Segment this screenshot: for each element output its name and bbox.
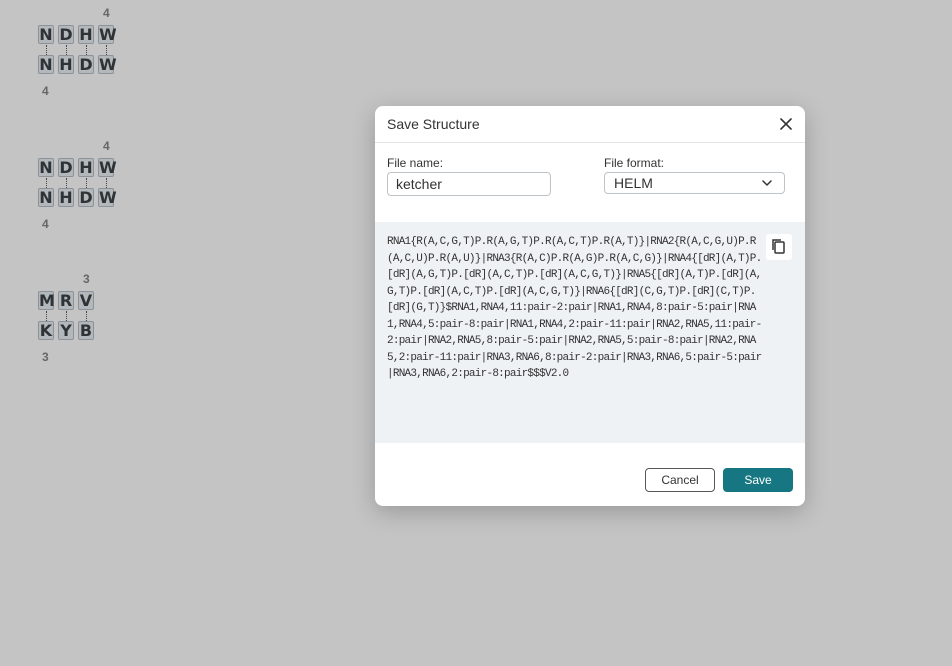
base-pair-bond xyxy=(66,178,67,188)
monomer[interactable]: M xyxy=(38,291,55,310)
chevron-down-icon xyxy=(762,180,772,186)
bottom-sequence: N H D W xyxy=(38,55,118,74)
monomer[interactable]: W xyxy=(98,55,117,74)
copy-icon xyxy=(772,239,785,254)
base-pair-bond xyxy=(86,45,87,55)
file-format-select[interactable]: HELM xyxy=(604,172,785,194)
cancel-button[interactable]: Cancel xyxy=(645,468,715,492)
base-pair-bond xyxy=(46,178,47,188)
monomer[interactable]: H xyxy=(58,188,74,207)
bottom-sequence: N H D W xyxy=(38,188,118,207)
bottom-count-label: 3 xyxy=(42,350,49,364)
base-pair-bond xyxy=(66,311,67,321)
file-format-label: File format: xyxy=(604,156,665,170)
base-pair-bond xyxy=(106,178,107,188)
monomer[interactable]: N xyxy=(38,55,54,74)
monomer[interactable]: H xyxy=(78,158,94,177)
file-format-value: HELM xyxy=(614,175,653,191)
monomer[interactable]: B xyxy=(78,321,94,340)
bottom-count-label: 4 xyxy=(42,217,49,231)
structure-preview-area: RNA1{R(A,C,G,T)P.R(A,G,T)P.R(A,C,T)P.R(A… xyxy=(375,222,805,443)
monomer[interactable]: N xyxy=(38,25,54,44)
monomer[interactable]: R xyxy=(58,291,74,310)
bottom-sequence: K Y B xyxy=(38,321,98,340)
monomer[interactable]: Y xyxy=(58,321,74,340)
dialog-title: Save Structure xyxy=(387,116,480,132)
top-count-label: 4 xyxy=(103,139,110,153)
close-button[interactable] xyxy=(777,115,795,133)
file-name-input[interactable] xyxy=(387,172,551,196)
base-pair-bond xyxy=(86,178,87,188)
monomer[interactable]: H xyxy=(58,55,74,74)
structure-preview-text: RNA1{R(A,C,G,T)P.R(A,G,T)P.R(A,C,T)P.R(A… xyxy=(387,236,762,380)
base-pair-bond xyxy=(86,311,87,321)
monomer[interactable]: D xyxy=(58,158,74,177)
monomer[interactable]: H xyxy=(78,25,94,44)
top-sequence: N D H W xyxy=(38,158,118,177)
base-pair-bond xyxy=(106,45,107,55)
monomer[interactable]: D xyxy=(78,55,94,74)
top-sequence: M R V xyxy=(38,291,98,310)
top-count-label: 4 xyxy=(103,6,110,20)
base-pair-bond xyxy=(46,311,47,321)
save-button[interactable]: Save xyxy=(723,468,793,492)
file-name-label: File name: xyxy=(387,156,444,170)
top-sequence: N D H W xyxy=(38,25,118,44)
copy-button[interactable] xyxy=(766,234,792,260)
base-pair-bond xyxy=(46,45,47,55)
dialog-header: Save Structure xyxy=(375,106,805,143)
monomer[interactable]: D xyxy=(58,25,74,44)
monomer[interactable]: V xyxy=(78,291,94,310)
save-structure-dialog: Save Structure File name: File format: H… xyxy=(375,106,805,506)
bottom-count-label: 4 xyxy=(42,84,49,98)
monomer[interactable]: D xyxy=(78,188,94,207)
monomer[interactable]: K xyxy=(38,321,54,340)
monomer[interactable]: N xyxy=(38,158,54,177)
monomer[interactable]: W xyxy=(98,188,117,207)
monomer[interactable]: W xyxy=(98,158,117,177)
top-count-label: 3 xyxy=(83,272,90,286)
monomer[interactable]: N xyxy=(38,188,54,207)
base-pair-bond xyxy=(66,45,67,55)
monomer[interactable]: W xyxy=(98,25,117,44)
close-icon xyxy=(780,118,792,130)
